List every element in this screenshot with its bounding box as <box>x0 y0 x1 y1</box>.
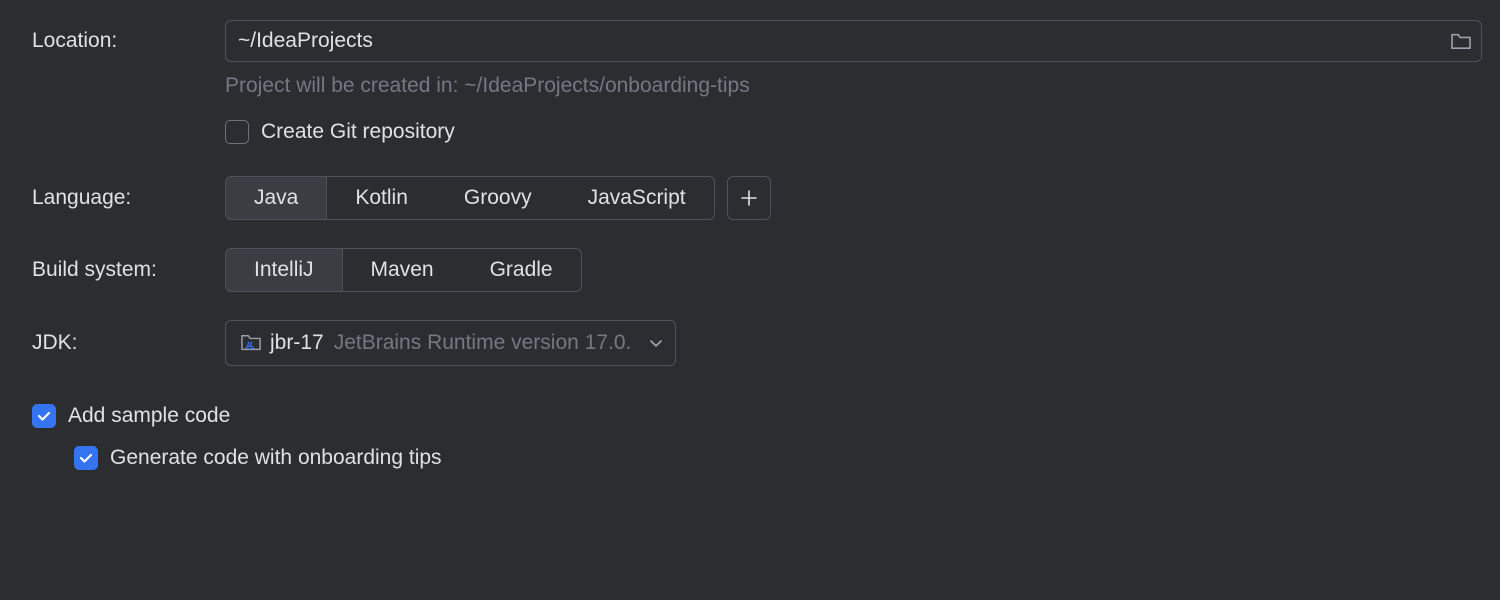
build-system-label: Build system: <box>32 258 225 282</box>
sample-code-checkbox[interactable] <box>32 404 56 428</box>
jdk-folder-icon <box>240 333 262 353</box>
add-language-button[interactable] <box>727 176 771 220</box>
jdk-detail: JetBrains Runtime version 17.0. <box>334 331 632 355</box>
language-option-groovy[interactable]: Groovy <box>436 177 560 219</box>
location-row: Location: ~/IdeaProjects <box>32 20 1482 62</box>
buildSystem-option-gradle[interactable]: Gradle <box>462 249 581 291</box>
location-input[interactable]: ~/IdeaProjects <box>225 20 1482 62</box>
language-label: Language: <box>32 186 225 210</box>
git-checkbox-label: Create Git repository <box>261 120 455 144</box>
buildSystem-option-intellij[interactable]: IntelliJ <box>226 249 343 291</box>
location-input-wrap: ~/IdeaProjects <box>225 20 1482 62</box>
folder-icon <box>1450 32 1472 50</box>
jdk-dropdown[interactable]: jbr-17 JetBrains Runtime version 17.0. <box>225 320 676 366</box>
git-checkbox[interactable] <box>225 120 249 144</box>
build-system-row: Build system: IntelliJMavenGradle <box>32 248 1482 292</box>
build-system-segmented: IntelliJMavenGradle <box>225 248 582 292</box>
buildSystem-option-maven[interactable]: Maven <box>343 249 462 291</box>
onboarding-label: Generate code with onboarding tips <box>110 446 442 470</box>
onboarding-checkbox[interactable] <box>74 446 98 470</box>
language-option-java[interactable]: Java <box>226 177 327 219</box>
language-option-javascript[interactable]: JavaScript <box>560 177 714 219</box>
check-icon <box>78 450 94 466</box>
location-label: Location: <box>32 29 225 53</box>
sample-code-row: Add sample code <box>32 404 1482 428</box>
sample-code-label: Add sample code <box>68 404 230 428</box>
location-hint: Project will be created in: ~/IdeaProjec… <box>225 74 1482 98</box>
jdk-label: JDK: <box>32 331 225 355</box>
jdk-row: JDK: jbr-17 JetBrains Runtime version 17… <box>32 320 1482 366</box>
language-row: Language: JavaKotlinGroovyJavaScript <box>32 176 1482 220</box>
git-checkbox-row: Create Git repository <box>225 120 1482 144</box>
plus-icon <box>740 189 758 207</box>
language-segmented: JavaKotlinGroovyJavaScript <box>225 176 715 220</box>
browse-folder-button[interactable] <box>1450 32 1472 50</box>
language-option-kotlin[interactable]: Kotlin <box>327 177 436 219</box>
chevron-down-icon <box>649 332 663 355</box>
jdk-name: jbr-17 <box>270 331 324 355</box>
check-icon <box>36 408 52 424</box>
location-value: ~/IdeaProjects <box>238 29 373 53</box>
onboarding-row: Generate code with onboarding tips <box>74 446 1482 470</box>
